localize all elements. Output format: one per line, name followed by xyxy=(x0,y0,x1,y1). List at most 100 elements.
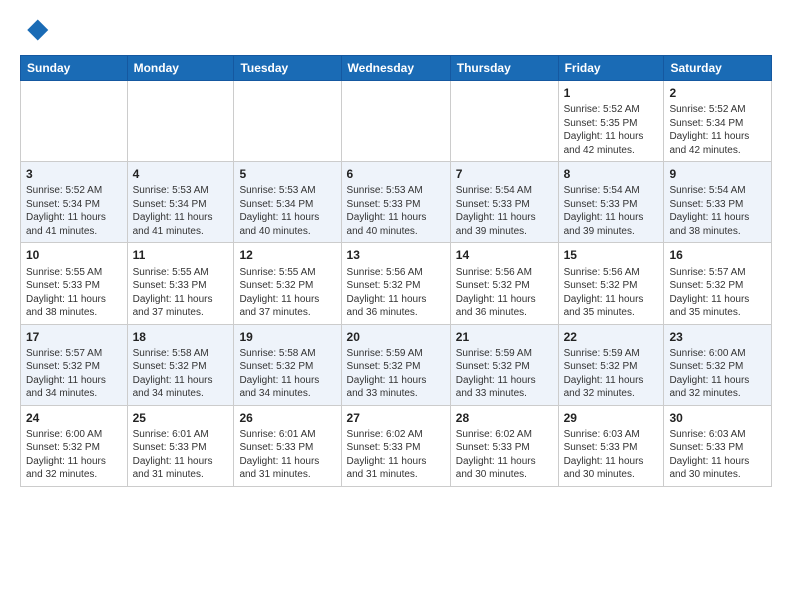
calendar-cell: 6 Sunrise: 5:53 AM Sunset: 5:33 PM Daylig… xyxy=(341,162,450,243)
day-number: 11 xyxy=(133,247,229,263)
calendar-cell: 20 Sunrise: 5:59 AM Sunset: 5:32 PM Dayli… xyxy=(341,324,450,405)
calendar-cell: 1 Sunrise: 5:52 AM Sunset: 5:35 PM Daylig… xyxy=(558,81,664,162)
day-info: Sunrise: 5:52 AM Sunset: 5:34 PM Dayligh… xyxy=(669,103,766,157)
day-info: Sunrise: 6:03 AM Sunset: 5:33 PM Dayligh… xyxy=(564,428,659,482)
calendar-week-5: 24 Sunrise: 6:00 AM Sunset: 5:32 PM Dayli… xyxy=(21,405,772,486)
calendar-week-2: 3Sunrise: 5:52 AM Sunset: 5:34 PM Daylig… xyxy=(21,162,772,243)
day-info: Sunrise: 5:53 AM Sunset: 5:33 PM Dayligh… xyxy=(347,184,445,238)
day-number: 21 xyxy=(456,329,553,345)
calendar-cell: 24 Sunrise: 6:00 AM Sunset: 5:32 PM Dayli… xyxy=(21,405,128,486)
calendar-header-tuesday: Tuesday xyxy=(234,56,341,81)
day-number: 24 xyxy=(26,410,122,426)
day-number: 28 xyxy=(456,410,553,426)
logo xyxy=(20,16,50,49)
calendar-cell: 27 Sunrise: 6:02 AM Sunset: 5:33 PM Dayli… xyxy=(341,405,450,486)
day-info: Sunrise: 6:01 AM Sunset: 5:33 PM Dayligh… xyxy=(239,428,335,482)
day-info: Sunrise: 5:52 AM Sunset: 5:34 PM Dayligh… xyxy=(26,184,122,238)
day-number: 22 xyxy=(564,329,659,345)
calendar-cell xyxy=(21,81,128,162)
calendar-week-1: 1 Sunrise: 5:52 AM Sunset: 5:35 PM Daylig… xyxy=(21,81,772,162)
day-info: Sunrise: 5:58 AM Sunset: 5:32 PM Dayligh… xyxy=(239,347,335,401)
day-info: Sunrise: 5:57 AM Sunset: 5:32 PM Dayligh… xyxy=(26,347,122,401)
day-info: Sunrise: 5:55 AM Sunset: 5:32 PM Dayligh… xyxy=(239,266,335,320)
day-info: Sunrise: 5:52 AM Sunset: 5:35 PM Dayligh… xyxy=(564,103,659,157)
calendar-cell: 11Sunrise: 5:55 AM Sunset: 5:33 PM Dayli… xyxy=(127,243,234,324)
day-info: Sunrise: 5:56 AM Sunset: 5:32 PM Dayligh… xyxy=(347,266,445,320)
calendar-cell xyxy=(450,81,558,162)
day-info: Sunrise: 5:56 AM Sunset: 5:32 PM Dayligh… xyxy=(564,266,659,320)
calendar-cell xyxy=(341,81,450,162)
calendar-header-saturday: Saturday xyxy=(664,56,772,81)
day-info: Sunrise: 6:03 AM Sunset: 5:33 PM Dayligh… xyxy=(669,428,766,482)
calendar-header-row: SundayMondayTuesdayWednesdayThursdayFrid… xyxy=(21,56,772,81)
day-number: 14 xyxy=(456,247,553,263)
day-number: 15 xyxy=(564,247,659,263)
calendar-cell: 29 Sunrise: 6:03 AM Sunset: 5:33 PM Dayli… xyxy=(558,405,664,486)
day-info: Sunrise: 5:55 AM Sunset: 5:33 PM Dayligh… xyxy=(26,266,122,320)
day-info: Sunrise: 5:59 AM Sunset: 5:32 PM Dayligh… xyxy=(456,347,553,401)
day-info: Sunrise: 6:02 AM Sunset: 5:33 PM Dayligh… xyxy=(456,428,553,482)
calendar-cell xyxy=(127,81,234,162)
day-number: 18 xyxy=(133,329,229,345)
calendar-cell: 9 Sunrise: 5:54 AM Sunset: 5:33 PM Daylig… xyxy=(664,162,772,243)
day-info: Sunrise: 5:53 AM Sunset: 5:34 PM Dayligh… xyxy=(239,184,335,238)
day-info: Sunrise: 5:53 AM Sunset: 5:34 PM Dayligh… xyxy=(133,184,229,238)
day-info: Sunrise: 6:00 AM Sunset: 5:32 PM Dayligh… xyxy=(26,428,122,482)
calendar-cell: 10Sunrise: 5:55 AM Sunset: 5:33 PM Dayli… xyxy=(21,243,128,324)
day-number: 16 xyxy=(669,247,766,263)
day-info: Sunrise: 6:02 AM Sunset: 5:33 PM Dayligh… xyxy=(347,428,445,482)
day-number: 19 xyxy=(239,329,335,345)
day-number: 29 xyxy=(564,410,659,426)
calendar-cell xyxy=(234,81,341,162)
day-info: Sunrise: 6:00 AM Sunset: 5:32 PM Dayligh… xyxy=(669,347,766,401)
day-number: 8 xyxy=(564,166,659,182)
day-number: 27 xyxy=(347,410,445,426)
calendar-cell: 16 Sunrise: 5:57 AM Sunset: 5:32 PM Dayli… xyxy=(664,243,772,324)
day-number: 12 xyxy=(239,247,335,263)
day-number: 5 xyxy=(239,166,335,182)
logo-icon xyxy=(22,16,50,44)
day-info: Sunrise: 5:59 AM Sunset: 5:32 PM Dayligh… xyxy=(564,347,659,401)
calendar-header-wednesday: Wednesday xyxy=(341,56,450,81)
day-number: 26 xyxy=(239,410,335,426)
day-info: Sunrise: 5:57 AM Sunset: 5:32 PM Dayligh… xyxy=(669,266,766,320)
day-number: 20 xyxy=(347,329,445,345)
calendar-cell: 5 Sunrise: 5:53 AM Sunset: 5:34 PM Daylig… xyxy=(234,162,341,243)
day-number: 23 xyxy=(669,329,766,345)
calendar-cell: 22 Sunrise: 5:59 AM Sunset: 5:32 PM Dayli… xyxy=(558,324,664,405)
day-number: 2 xyxy=(669,85,766,101)
calendar-cell: 17Sunrise: 5:57 AM Sunset: 5:32 PM Dayli… xyxy=(21,324,128,405)
calendar-cell: 25 Sunrise: 6:01 AM Sunset: 5:33 PM Dayli… xyxy=(127,405,234,486)
header xyxy=(20,16,772,49)
day-info: Sunrise: 5:58 AM Sunset: 5:32 PM Dayligh… xyxy=(133,347,229,401)
calendar-cell: 14Sunrise: 5:56 AM Sunset: 5:32 PM Dayli… xyxy=(450,243,558,324)
page: SundayMondayTuesdayWednesdayThursdayFrid… xyxy=(0,0,792,497)
calendar-table: SundayMondayTuesdayWednesdayThursdayFrid… xyxy=(20,55,772,487)
day-number: 13 xyxy=(347,247,445,263)
day-info: Sunrise: 6:01 AM Sunset: 5:33 PM Dayligh… xyxy=(133,428,229,482)
calendar-cell: 2 Sunrise: 5:52 AM Sunset: 5:34 PM Daylig… xyxy=(664,81,772,162)
day-info: Sunrise: 5:59 AM Sunset: 5:32 PM Dayligh… xyxy=(347,347,445,401)
calendar-cell: 30 Sunrise: 6:03 AM Sunset: 5:33 PM Dayli… xyxy=(664,405,772,486)
calendar-cell: 12 Sunrise: 5:55 AM Sunset: 5:32 PM Dayli… xyxy=(234,243,341,324)
calendar-cell: 21 Sunrise: 5:59 AM Sunset: 5:32 PM Dayli… xyxy=(450,324,558,405)
day-number: 25 xyxy=(133,410,229,426)
calendar-cell: 23 Sunrise: 6:00 AM Sunset: 5:32 PM Dayli… xyxy=(664,324,772,405)
calendar-cell: 3Sunrise: 5:52 AM Sunset: 5:34 PM Daylig… xyxy=(21,162,128,243)
calendar-header-sunday: Sunday xyxy=(21,56,128,81)
day-number: 1 xyxy=(564,85,659,101)
calendar-header-monday: Monday xyxy=(127,56,234,81)
day-info: Sunrise: 5:54 AM Sunset: 5:33 PM Dayligh… xyxy=(669,184,766,238)
calendar-cell: 18 Sunrise: 5:58 AM Sunset: 5:32 PM Dayli… xyxy=(127,324,234,405)
calendar-cell: 19 Sunrise: 5:58 AM Sunset: 5:32 PM Dayli… xyxy=(234,324,341,405)
day-number: 30 xyxy=(669,410,766,426)
day-number: 6 xyxy=(347,166,445,182)
calendar-header-thursday: Thursday xyxy=(450,56,558,81)
calendar-cell: 8Sunrise: 5:54 AM Sunset: 5:33 PM Daylig… xyxy=(558,162,664,243)
day-number: 7 xyxy=(456,166,553,182)
day-number: 9 xyxy=(669,166,766,182)
calendar-week-3: 10Sunrise: 5:55 AM Sunset: 5:33 PM Dayli… xyxy=(21,243,772,324)
calendar-cell: 15 Sunrise: 5:56 AM Sunset: 5:32 PM Dayli… xyxy=(558,243,664,324)
calendar-header-friday: Friday xyxy=(558,56,664,81)
calendar-cell: 26 Sunrise: 6:01 AM Sunset: 5:33 PM Dayli… xyxy=(234,405,341,486)
